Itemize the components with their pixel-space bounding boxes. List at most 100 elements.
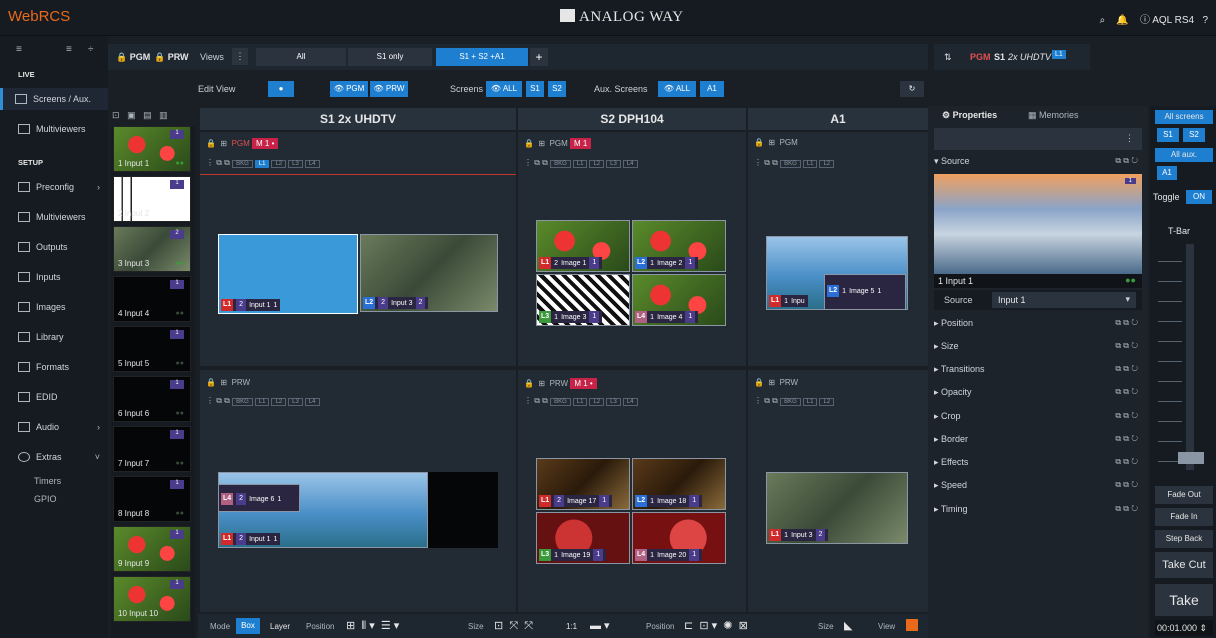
sidebar-item-extras[interactable]: Extras ˅ <box>0 446 108 468</box>
aux-all-button[interactable]: 👁 ALL <box>658 81 696 97</box>
section-copy-icons[interactable]: ⧉ ⧉ ↻ <box>1115 411 1138 421</box>
menu-icon[interactable]: ≡ <box>16 44 22 55</box>
sidebar-item-timers[interactable]: Timers <box>34 476 61 486</box>
input-thumb-10[interactable]: 1 10 Input 10 <box>113 576 191 622</box>
tbar-track[interactable] <box>1186 244 1194 470</box>
take-cut-button[interactable]: Take Cut <box>1155 552 1213 578</box>
input-thumb-1[interactable]: 11 Input 1 ●● <box>113 126 191 172</box>
transition-time[interactable]: 00:01.000 ⇕ <box>1155 620 1213 636</box>
section-copy-icons[interactable]: ⧉ ⧉ ↻ <box>1115 341 1138 351</box>
pgm-lock[interactable]: 🔒 PGM <box>116 52 150 63</box>
sidebar-item-formats[interactable]: Formats <box>0 356 108 378</box>
screens-s2-button[interactable]: S2 <box>548 81 566 97</box>
toggle-switch[interactable]: ON <box>1186 190 1212 204</box>
input-thumb-4[interactable]: 14 Input 4 ●● <box>113 276 191 322</box>
screens-s1-button[interactable]: S1 <box>526 81 544 97</box>
input-thumb-7[interactable]: 17 Input 7 ●● <box>113 426 191 472</box>
section-crop[interactable]: ▸ Crop ⧉ ⧉ ↻ <box>934 411 1142 422</box>
tab-memories[interactable]: ▦ Memories <box>1028 110 1079 121</box>
mode-box-button[interactable]: Box <box>236 618 260 634</box>
input-tool-2-icon[interactable]: ▣ <box>127 110 136 120</box>
position-icons[interactable]: ⊏ ⊡ ▾ ✺ ⊠ <box>684 619 748 632</box>
view-tab-s1-only[interactable]: S1 only <box>348 48 432 66</box>
s1-pgm-layer-input1[interactable]: L1 2 Input 11 <box>218 234 358 314</box>
s2-pgm-layer-image3[interactable]: L3 1 Image 31 <box>536 274 630 326</box>
size-icons[interactable]: ⊡ ⤧ ⤧ <box>494 619 533 633</box>
section-transitions[interactable]: ▸ Transitions ⧉ ⧉ ↻ <box>934 364 1142 375</box>
input-tool-3-icon[interactable]: ▤ <box>143 110 152 120</box>
section-effects[interactable]: ▸ Effects ⧉ ⧉ ↻ <box>934 457 1142 468</box>
section-copy-icons[interactable]: ⧉ ⧉ ↻ <box>1115 457 1138 467</box>
s2-prw-layer-image18[interactable]: L2 1 Image 18 1 <box>632 458 726 510</box>
s1-pgm-memory[interactable]: M 1 • <box>252 138 279 149</box>
kebab-icon[interactable]: ⋮ <box>1125 133 1134 144</box>
aux-a1-button[interactable]: A1 <box>700 81 724 97</box>
s2-prw-memory[interactable]: M 1 • <box>570 378 597 389</box>
input-tool-4-icon[interactable]: ▥ <box>159 110 168 120</box>
sidebar-item-library[interactable]: Library <box>0 326 108 348</box>
one-to-one-button[interactable]: 1:1 <box>566 622 577 631</box>
section-copy-icons[interactable]: ⧉ ⧉ ↻ <box>1115 480 1138 490</box>
sidebar-item-multiviewers[interactable]: Multiviewers <box>0 206 108 228</box>
s2-prw-layer-image17[interactable]: L1 2 Image 17 1 <box>536 458 630 510</box>
section-size[interactable]: ▸ Size ⧉ ⧉ ↻ <box>934 341 1142 352</box>
refresh-icon[interactable]: ↻ <box>900 81 924 97</box>
bell-icon[interactable]: 🔔 <box>1116 15 1128 26</box>
source-dropdown[interactable]: Input 1 ▾ <box>992 292 1136 308</box>
sidebar-item-multiviewers-live[interactable]: Multiviewers <box>0 118 108 140</box>
section-copy-icons[interactable]: ⧉ ⧉ ↻ <box>1115 387 1138 397</box>
all-aux-button[interactable]: All aux. <box>1155 148 1213 162</box>
search-icon[interactable]: ⌕ <box>1100 15 1106 26</box>
section-position[interactable]: ▸ Position ⧉ ⧉ ↻ <box>934 318 1142 329</box>
edit-view-eye-button[interactable]: ● <box>268 81 294 97</box>
s1-prw-layer-image6[interactable]: L4 2 Image 61 <box>218 484 300 512</box>
section-copy-icons[interactable]: ⧉ ⧉ ↻ <box>1115 434 1138 444</box>
sort-icon[interactable]: ⇅ <box>944 52 952 63</box>
view-tab-all[interactable]: All <box>256 48 346 66</box>
copy-icons[interactable]: ⧉ ⧉ ↻ <box>1115 156 1138 166</box>
sidebar-item-outputs[interactable]: Outputs <box>0 236 108 258</box>
input-thumb-3[interactable]: 23 Input 3 ●● <box>113 226 191 272</box>
section-source[interactable]: ▾ Source ⧉ ⧉ ↻ <box>934 156 1142 167</box>
collapse-icon[interactable]: ≡ <box>66 44 72 55</box>
section-speed[interactable]: ▸ Speed ⧉ ⧉ ↻ <box>934 480 1142 491</box>
section-copy-icons[interactable]: ⧉ ⧉ ↻ <box>1115 504 1138 514</box>
s2-pgm-layer-image2[interactable]: L2 1 Image 21 <box>632 220 726 272</box>
sidebar-item-screens[interactable]: Screens / Aux. <box>0 88 108 110</box>
all-screens-button[interactable]: All screens <box>1155 110 1213 124</box>
rbar-s1-button[interactable]: S1 <box>1157 128 1179 142</box>
view-tab-combo[interactable]: S1 + S2 +A1 <box>436 48 528 66</box>
sidebar-item-preconfig[interactable]: Preconfig › <box>0 176 108 198</box>
eye-pgm-button[interactable]: 👁 PGM <box>330 81 368 97</box>
split-icon[interactable]: ÷ <box>88 44 94 55</box>
help-icon[interactable]: ? <box>1202 15 1208 26</box>
s2-pgm-layer-image4[interactable]: L4 1 Image 41 <box>632 274 726 326</box>
input-thumb-6[interactable]: 16 Input 6 ●● <box>113 376 191 422</box>
add-view-button[interactable]: + <box>530 48 548 66</box>
a1-prw-layer-input3[interactable]: L1 1 Input 32 <box>766 472 908 544</box>
mode-layer-button[interactable]: Layer <box>270 622 290 631</box>
info-icon[interactable]: ⓘ <box>1140 15 1150 26</box>
input-thumb-8[interactable]: 18 Input 8 ●● <box>113 476 191 522</box>
section-border[interactable]: ▸ Border ⧉ ⧉ ↻ <box>934 434 1142 445</box>
sidebar-item-images[interactable]: Images <box>0 296 108 318</box>
rbar-s2-button[interactable]: S2 <box>1183 128 1205 142</box>
views-menu-icon[interactable]: ⋮ <box>232 48 248 65</box>
sidebar-item-edid[interactable]: EDID <box>0 386 108 408</box>
section-opacity[interactable]: ▸ Opacity ⧉ ⧉ ↻ <box>934 387 1142 398</box>
sidebar-item-inputs[interactable]: Inputs <box>0 266 108 288</box>
a1-pgm-layer-image5[interactable]: L2 1 Image 51 <box>824 274 906 310</box>
view-toggle-icon[interactable] <box>906 619 918 631</box>
input-thumb-9[interactable]: 19 Input 9 <box>113 526 191 572</box>
prw-lock[interactable]: 🔒 PRW <box>154 52 189 63</box>
eye-prw-button[interactable]: 👁 PRW <box>370 81 408 97</box>
screens-all-button[interactable]: 👁 ALL <box>486 81 522 97</box>
align-icons[interactable]: ⊞ ⦀ ▾ ☰ ▾ <box>346 619 399 633</box>
step-back-button[interactable]: Step Back <box>1155 530 1213 548</box>
tbar-handle[interactable] <box>1178 452 1204 464</box>
fade-out-button[interactable]: Fade Out <box>1155 486 1213 504</box>
fit-icon[interactable]: ▬ ▾ <box>590 619 610 632</box>
device-name[interactable]: AQL RS4 <box>1152 15 1194 26</box>
s1-pgm-layer-input3[interactable]: L2 2 Input 32 <box>360 234 498 312</box>
property-search[interactable]: ⋮ <box>934 128 1142 150</box>
